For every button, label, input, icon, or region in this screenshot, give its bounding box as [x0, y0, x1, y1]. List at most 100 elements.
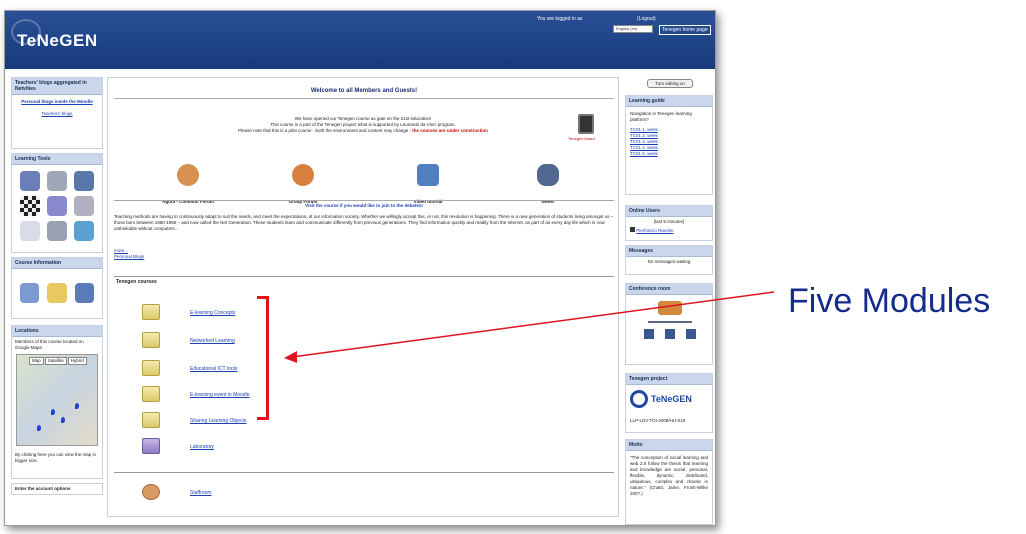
course-item[interactable]: E-learning event in Moodle [142, 386, 442, 406]
locations-text: Members of this course located on Google… [15, 339, 84, 350]
five-modules-callout: Five Modules [788, 282, 991, 320]
folder-icon [142, 412, 160, 428]
feature-group-forum[interactable]: Group Forum [253, 164, 353, 208]
map-pin-icon[interactable] [75, 403, 79, 409]
tool-icon-7[interactable] [20, 221, 40, 241]
feature-news[interactable]: News! [498, 164, 598, 208]
divider [114, 98, 614, 99]
staffroom-link[interactable]: Staffroom [190, 490, 212, 496]
tenegen-ring-icon [630, 390, 648, 408]
blogs-block: Teachers' blogs aggregated in Netvibes P… [11, 77, 103, 149]
welcome-title: Welcome to all Members and Guests! [310, 88, 418, 94]
course-link[interactable]: E-learning Concepts [190, 310, 235, 316]
learning-guide-title: Learning guide [626, 96, 712, 107]
folder-icon[interactable] [47, 283, 67, 303]
google-map[interactable]: Map Satellite Hybrid [16, 354, 98, 446]
motto-block: Motto "The conception of social learning… [625, 439, 713, 525]
online-users-title: Online Users [626, 206, 712, 217]
messages-title: Messages [626, 246, 712, 257]
messages-text: No messages waiting [647, 259, 691, 264]
course-item[interactable]: Educational ICT tools [142, 360, 442, 380]
online-user-link[interactable]: Pierfranco Ravotto [636, 228, 673, 233]
map-pin-icon[interactable] [51, 409, 55, 415]
site-logo[interactable]: TeNeGEN [17, 31, 98, 51]
feature-agora[interactable]: Agora - Common Forum [138, 164, 238, 208]
login-info: You are logged in as [537, 16, 583, 22]
map-pin-icon[interactable] [37, 425, 41, 431]
turn-editing-on-button[interactable]: Turn editing on [647, 79, 693, 88]
tool-icon-6[interactable] [74, 196, 94, 216]
account-options-title[interactable]: Enter the account options [12, 484, 102, 494]
guide-week-link[interactable]: TC01 5. week [630, 151, 708, 157]
course-link[interactable]: Educational ICT tools [190, 366, 237, 372]
map-tab-map[interactable]: Map [29, 357, 44, 365]
personal-blogs-link[interactable]: Personal blogs inside the Moodle [16, 99, 98, 105]
user-avatar [630, 227, 635, 232]
people-icon [177, 164, 199, 186]
course-link[interactable]: Sharing Learning Objects [190, 418, 246, 424]
map-tab-hybrid[interactable]: Hybrid [67, 357, 87, 365]
course-link[interactable]: E-learning event in Moodle [190, 392, 249, 398]
home-page-link[interactable]: Tenegen home page [659, 25, 711, 35]
folder-icon [142, 304, 160, 320]
folder-icon [142, 386, 160, 402]
locations-title: Locations [12, 326, 102, 337]
tenegen-logo[interactable]: TeNeGEN [630, 388, 710, 412]
laboratory-icon [142, 438, 160, 454]
group-icon [292, 164, 314, 186]
tenegen-logo-text: TeNeGEN [651, 394, 692, 404]
tool-icon-9[interactable] [74, 221, 94, 241]
motto-title: Motto [626, 440, 712, 451]
tenegen-project-title: Tenegen project [626, 374, 712, 385]
main-content: Welcome to all Members and Guests! We ha… [107, 77, 619, 517]
course-information-block: Course Information [11, 257, 103, 319]
news-icon [537, 164, 559, 186]
courses-title: Tenegen courses [116, 279, 157, 285]
course-item[interactable]: Networked Learning [142, 332, 442, 352]
course-item[interactable]: Laboratory [142, 438, 442, 458]
divider [114, 200, 614, 201]
conference-room-title: Conference room [626, 284, 712, 295]
video-icon [417, 164, 439, 186]
project-code: LLP-LDV-TOI-2008/HU-016 [630, 418, 686, 423]
conference-room-icon[interactable] [626, 295, 712, 355]
course-info-icon-1[interactable] [20, 283, 40, 303]
locations-block: Locations Members of this course located… [11, 325, 103, 479]
blogs-block-title: Teachers' blogs aggregated in Netvibes [12, 78, 102, 95]
language-select[interactable]: English (en) [613, 25, 653, 33]
tool-icon-1[interactable] [20, 171, 40, 191]
staffroom-item[interactable]: Staffroom [142, 484, 442, 504]
tool-icon-2[interactable] [47, 171, 67, 191]
teachers-blogs-link[interactable]: Teachers' blogs [16, 111, 98, 117]
account-options-block: Enter the account options [11, 483, 103, 495]
feature-video-tutorial[interactable]: Video tutorial [378, 164, 478, 208]
conference-room-block: Conference room [625, 283, 713, 365]
course-item[interactable]: Sharing Learning Objects [142, 412, 442, 432]
course-item[interactable]: E-learning Concepts [142, 304, 442, 324]
learning-tools-block: Learning Tools [11, 153, 103, 253]
site-header: TeNeGEN You are logged in as (Logout) En… [5, 11, 715, 69]
board-label[interactable]: Tenegen board [568, 136, 595, 141]
personal-blogs-link[interactable]: Personal Blogs [114, 254, 144, 260]
course-link[interactable]: Networked Learning [190, 338, 235, 344]
staff-icon [142, 484, 160, 500]
intro-line-3: Please note that this is a pilot course … [238, 128, 412, 133]
logout-link[interactable]: (Logout) [637, 16, 656, 22]
course-info-icon-3[interactable] [74, 283, 94, 303]
course-link[interactable]: Laboratory [190, 444, 214, 450]
online-period: (last 5 minutes) [653, 219, 685, 224]
divider [114, 276, 614, 277]
map-note[interactable]: By clicking here you can view the map in… [15, 452, 101, 464]
tool-icon-3[interactable] [74, 171, 94, 191]
chess-icon[interactable] [20, 196, 40, 216]
map-tab-satellite[interactable]: Satellite [44, 357, 67, 365]
tool-icon-5[interactable] [47, 196, 67, 216]
online-users-block: Online Users (last 5 minutes) Pierfranco… [625, 205, 713, 241]
map-pin-icon[interactable] [61, 417, 65, 423]
board-icon[interactable] [578, 114, 594, 134]
folder-icon [142, 360, 160, 376]
tool-icon-8[interactable] [47, 221, 67, 241]
construction-notice: the courses are under construction [412, 128, 488, 133]
tenegen-project-block: Tenegen project TeNeGEN LLP-LDV-TOI-2008… [625, 373, 713, 433]
join-debates-link[interactable]: Visit the course if you would like to jo… [108, 203, 620, 208]
